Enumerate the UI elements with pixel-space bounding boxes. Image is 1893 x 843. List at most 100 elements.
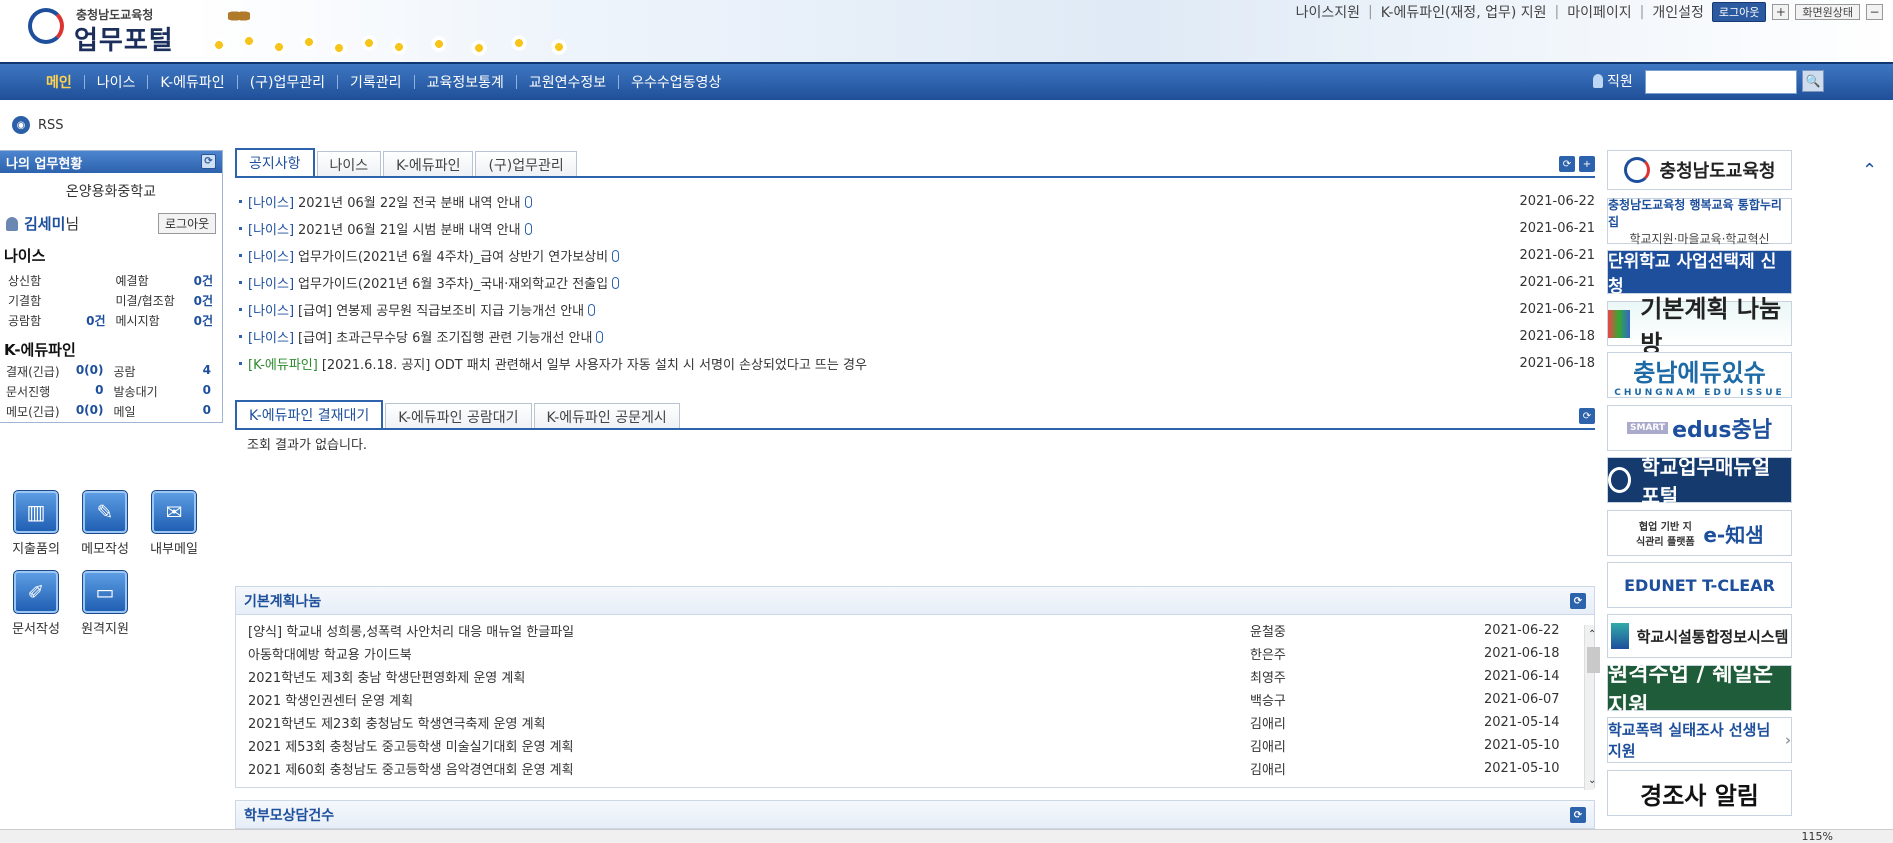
nav-item-videos[interactable]: 우수수업동영상 [619, 72, 733, 92]
refresh-icon[interactable]: ⟳ [1559, 156, 1575, 172]
quick-remote-button[interactable]: ▭ 원격지원 [75, 570, 135, 637]
nav-item-training[interactable]: 교원연수정보 [517, 72, 618, 92]
banner-violence-survey[interactable]: 학교폭력 실태조사 선생님 지원 › [1607, 717, 1792, 763]
neis-stat-item[interactable]: 상신함 [8, 272, 106, 289]
edufine-stats: 결재(긴급) 0(0) 공람 4 문서진행 0 발송대기 0 메모(긴급) 0(0) 메일… [6, 363, 211, 420]
edufine-stat-item[interactable]: 공람 4 [114, 363, 212, 380]
table-row[interactable]: 2021 제53회 충청남도 중고등학생 미술실기대회 운영 계획 김애리 2021… [236, 734, 1584, 757]
list-item[interactable]: [K-에듀파인] [2021.6.18. 공지] ODT 패치 관련해서 일부 사… [235, 350, 1595, 377]
tab-approval-wait[interactable]: K-에듀파인 결재대기 [235, 400, 384, 428]
attachment-icon [524, 195, 532, 208]
zoom-out-button[interactable]: − [1866, 4, 1883, 20]
logo-title[interactable]: 업무포털 [74, 20, 174, 57]
logout-button-top[interactable]: 로그아웃 [1711, 2, 1767, 22]
reset-screen-button[interactable]: 화면원상태 [1795, 4, 1860, 20]
table-row[interactable]: 2021학년도 제3회 충남 학생단편영화제 운영 계획 최영주 2021-06-1… [236, 665, 1584, 688]
tab-edufine[interactable]: K-에듀파인 [383, 151, 474, 176]
table-row[interactable]: 2021학년도 제23회 충청남도 학생연극축제 운영 계획 김애리 2021-05… [236, 711, 1584, 734]
banner-e-jisaem[interactable]: 협업 기반 지식관리 플랫폼 e-知샘 [1607, 510, 1792, 556]
chart-icon: ▥ [13, 490, 59, 534]
top-link-mypage[interactable]: 마이페이지 [1567, 2, 1631, 22]
banner-basic-plan[interactable]: 기본계획 나눔방 [1607, 295, 1792, 358]
chevron-right-icon: › [1784, 731, 1791, 749]
edufine-stat-item[interactable]: 결재(긴급) 0(0) [6, 363, 104, 380]
quick-mail-button[interactable]: ✉ 내부메일 [144, 490, 204, 557]
rss-icon: ◉ [12, 116, 30, 134]
pencil-icon: ✎ [82, 490, 128, 534]
nav-item-main[interactable]: 메인 [34, 72, 84, 92]
list-item[interactable]: [나이스] 업무가이드(2021년 6월 4주차)_급여 상반기 연가보상비 202… [235, 242, 1595, 269]
refresh-icon[interactable]: ⟳ [1570, 807, 1586, 823]
table-row[interactable]: 아동학대예방 학교용 가이드북 한은주 2021-06-18 [236, 642, 1584, 665]
nav-item-edufine[interactable]: K-에듀파인 [148, 72, 236, 92]
nav-item-neis[interactable]: 나이스 [85, 72, 148, 92]
nav-item-records[interactable]: 기록관리 [338, 72, 414, 92]
zoom-level[interactable]: 115% [1802, 830, 1833, 843]
person-icon [1593, 74, 1603, 88]
nav-item-old-work[interactable]: (구)업무관리 [238, 72, 337, 92]
banner-remote-class[interactable]: 원격수업 / 쉐일온 지원 [1607, 662, 1792, 719]
banner-chungnam-office[interactable]: 충청남도교육청 [1607, 150, 1792, 190]
refresh-icon[interactable]: ⟳ [201, 154, 216, 169]
top-link-neis[interactable]: 나이스지원 [1296, 2, 1360, 22]
tab-review-wait[interactable]: K-에듀파인 공람대기 [385, 403, 532, 428]
neis-stats: 상신함 예결함 0건 기결함 미결/협조함 0건 공람함 0건 메시지함 0건 [8, 272, 213, 329]
plan-scrollbar[interactable]: ⌃ ⌄ [1584, 625, 1600, 790]
employee-search-input[interactable] [1645, 70, 1797, 94]
logo-icon[interactable] [28, 8, 64, 44]
tab-document-board[interactable]: K-에듀파인 공문게시 [533, 403, 680, 428]
banner-tclear[interactable]: EDUNET T-CLEAR [1607, 562, 1792, 608]
zoom-in-button[interactable]: + [1772, 4, 1790, 20]
attachment-icon [612, 276, 620, 289]
banner-facility[interactable]: 학교시설통합정보시스템 [1607, 614, 1792, 658]
refresh-icon[interactable]: ⟳ [1570, 593, 1586, 609]
banner-events[interactable]: 경조사 알림 [1607, 770, 1792, 816]
basic-plan-panel: 기본계획나눔 ⟳ [양식] 학교내 성희롱,성폭력 사안처리 대응 매뉴얼 한글… [235, 586, 1600, 790]
neis-stat-item[interactable]: 미결/협조함 0건 [116, 292, 214, 309]
chevron-up-icon[interactable]: ⌃ [1862, 160, 1877, 181]
quick-document-button[interactable]: ✐ 문서작성 [6, 570, 66, 637]
edufine-stat-item[interactable]: 메일 0 [114, 403, 212, 420]
search-icon[interactable]: 🔍 [1802, 70, 1824, 92]
scroll-thumb [1587, 647, 1600, 673]
tab-neis[interactable]: 나이스 [316, 151, 382, 176]
quick-expense-button[interactable]: ▥ 지출품의 [6, 490, 66, 557]
plus-icon[interactable]: + [1579, 156, 1595, 172]
rss-link[interactable]: ◉ RSS [12, 116, 64, 134]
tab-notice[interactable]: 공지사항 [235, 148, 315, 176]
banner-edu-issue[interactable]: 충남에듀있슈 CHUNGNAM EDU ISSUE [1607, 352, 1792, 398]
banner-work-manual[interactable]: 학교업무매뉴얼 포털 [1607, 455, 1792, 508]
user-name: 김세미 [24, 215, 66, 233]
butterfly-icon [228, 8, 250, 24]
list-item[interactable]: [나이스] 2021년 06월 22일 전국 분배 내역 안내 2021-06-22 [235, 188, 1595, 215]
banner-project-select[interactable]: 단위학교 사업선택제 신청 [1607, 250, 1792, 297]
edufine-section-title: K-에듀파인 [4, 341, 76, 359]
neis-stat-item[interactable]: 기결함 [8, 292, 106, 309]
notice-tabbar: 공지사항 나이스 K-에듀파인 (구)업무관리 ⟳ + [235, 148, 1595, 178]
edufine-stat-item[interactable]: 발송대기 0 [114, 383, 212, 400]
banner-edus[interactable]: SMART edus충남 [1607, 405, 1792, 451]
edufine-tabbar: K-에듀파인 결재대기 K-에듀파인 공람대기 K-에듀파인 공문게시 ⟳ [235, 400, 1595, 430]
refresh-icon[interactable]: ⟳ [1579, 408, 1595, 424]
top-link-edufine-support[interactable]: K-에듀파인(재정, 업무) 지원 [1381, 2, 1547, 22]
neis-stat-item[interactable]: 공람함 0건 [8, 312, 106, 329]
tab-old-work[interactable]: (구)업무관리 [475, 151, 577, 176]
list-item[interactable]: [나이스] 업무가이드(2021년 6월 3주차)_국내·재외학교간 전출입 202… [235, 269, 1595, 296]
table-row[interactable]: 2021 학생인권센터 운영 계획 백승구 2021-06-07 [236, 688, 1584, 711]
table-row[interactable]: [양식] 학교내 성희롱,성폭력 사안처리 대응 매뉴얼 한글파일 윤철중 2021… [236, 619, 1584, 642]
list-item[interactable]: [나이스] [급여] 초과근무수당 6월 조기집행 관련 기능개선 안내 2021-… [235, 323, 1595, 350]
banner-happy-education[interactable]: 충청남도교육청 행복교육 통합누리집 학교지원·마을교육·학교혁신 [1607, 198, 1792, 246]
edufine-stat-item[interactable]: 메모(긴급) 0(0) [6, 403, 104, 420]
nav-item-statistics[interactable]: 교육정보통계 [415, 72, 516, 92]
table-row[interactable]: 2021 제60회 충청남도 중고등학생 음악경연대회 운영 계획 김애리 2021… [236, 757, 1584, 780]
neis-stat-item[interactable]: 예결함 0건 [116, 272, 214, 289]
edufine-stat-item[interactable]: 문서진행 0 [6, 383, 104, 400]
logout-button[interactable]: 로그아웃 [158, 213, 217, 234]
quick-memo-button[interactable]: ✎ 메모작성 [75, 490, 135, 557]
my-work-status-panel: 나의 업무현황 ⟳ 온양용화중학교 김세미 님 로그아웃 나이스 상신함 예결함… [0, 150, 223, 423]
list-item[interactable]: [나이스] 2021년 06월 21일 시범 분배 내역 안내 2021-06-21 [235, 215, 1595, 242]
list-item[interactable]: [나이스] [급여] 연봉제 공무원 직급보조비 지급 기능개선 안내 2021-0… [235, 296, 1595, 323]
neis-stat-item[interactable]: 메시지함 0건 [116, 312, 214, 329]
main-nav: 메인 나이스 K-에듀파인 (구)업무관리 기록관리 교육정보통계 교원연수정보… [0, 62, 1893, 100]
top-link-settings[interactable]: 개인설정 [1652, 2, 1704, 22]
